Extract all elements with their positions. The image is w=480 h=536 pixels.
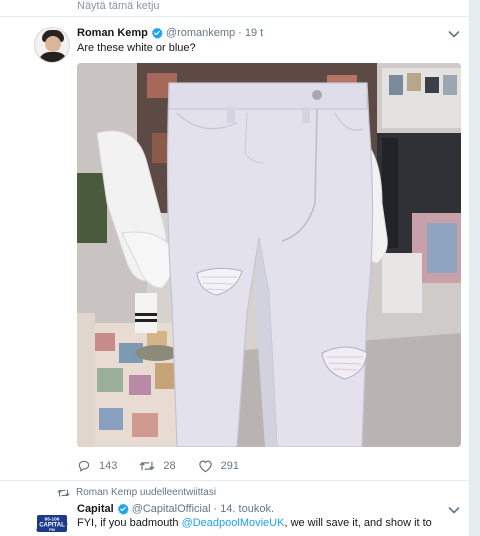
separator-dot: · bbox=[213, 503, 218, 515]
display-name[interactable]: Roman Kemp bbox=[77, 26, 148, 40]
timestamp[interactable]: 19 t bbox=[245, 26, 263, 40]
avatar[interactable] bbox=[34, 27, 70, 63]
tweet-header: Roman Kemp @romankemp · 19 t bbox=[77, 26, 263, 40]
tweet-photo[interactable] bbox=[77, 63, 461, 447]
separator-dot: · bbox=[238, 27, 242, 39]
tweet-text: Are these white or blue? bbox=[77, 42, 196, 54]
tweet-actions: 143 28 291 bbox=[77, 458, 261, 474]
retweet-count: 28 bbox=[163, 460, 176, 472]
tweet-text: FYI, if you badmouth @DeadpoolMovieUK, w… bbox=[77, 517, 432, 529]
verified-icon bbox=[151, 27, 163, 39]
timeline-card: Näytä tämä ketju Roman Kemp @romankemp ·… bbox=[0, 0, 470, 536]
avatar[interactable]: 95-106 CAPITAL FM bbox=[34, 505, 70, 536]
reply-icon bbox=[78, 460, 90, 472]
retweet-icon bbox=[139, 461, 155, 471]
caret-down-icon[interactable] bbox=[448, 29, 460, 39]
like-icon bbox=[198, 460, 212, 473]
verified-icon bbox=[117, 503, 129, 515]
like-button[interactable]: 291 bbox=[198, 459, 239, 473]
tweet-roman-kemp[interactable]: Roman Kemp @romankemp · 19 t Are these w… bbox=[0, 0, 469, 480]
display-name[interactable]: Capital bbox=[77, 502, 114, 516]
tweet-capital[interactable]: 95-106 CAPITAL FM Capital @CapitalOffici… bbox=[0, 481, 469, 536]
handle[interactable]: @romankemp bbox=[166, 26, 235, 40]
caret-down-icon[interactable] bbox=[448, 505, 460, 515]
retweet-button[interactable]: 28 bbox=[139, 459, 176, 473]
tweet-header: Capital @CapitalOfficial · 14. toukok. bbox=[77, 502, 274, 516]
jeans-photo-image bbox=[77, 63, 461, 447]
timestamp[interactable]: 14. toukok. bbox=[220, 502, 274, 516]
handle[interactable]: @CapitalOfficial bbox=[132, 502, 211, 516]
svg-text:FM: FM bbox=[49, 527, 55, 532]
like-count: 291 bbox=[220, 460, 239, 472]
reply-button[interactable]: 143 bbox=[77, 459, 117, 473]
reply-count: 143 bbox=[99, 460, 118, 472]
capital-logo-image: 95-106 CAPITAL FM bbox=[35, 515, 68, 533]
mention-link[interactable]: @DeadpoolMovieUK bbox=[182, 517, 285, 529]
